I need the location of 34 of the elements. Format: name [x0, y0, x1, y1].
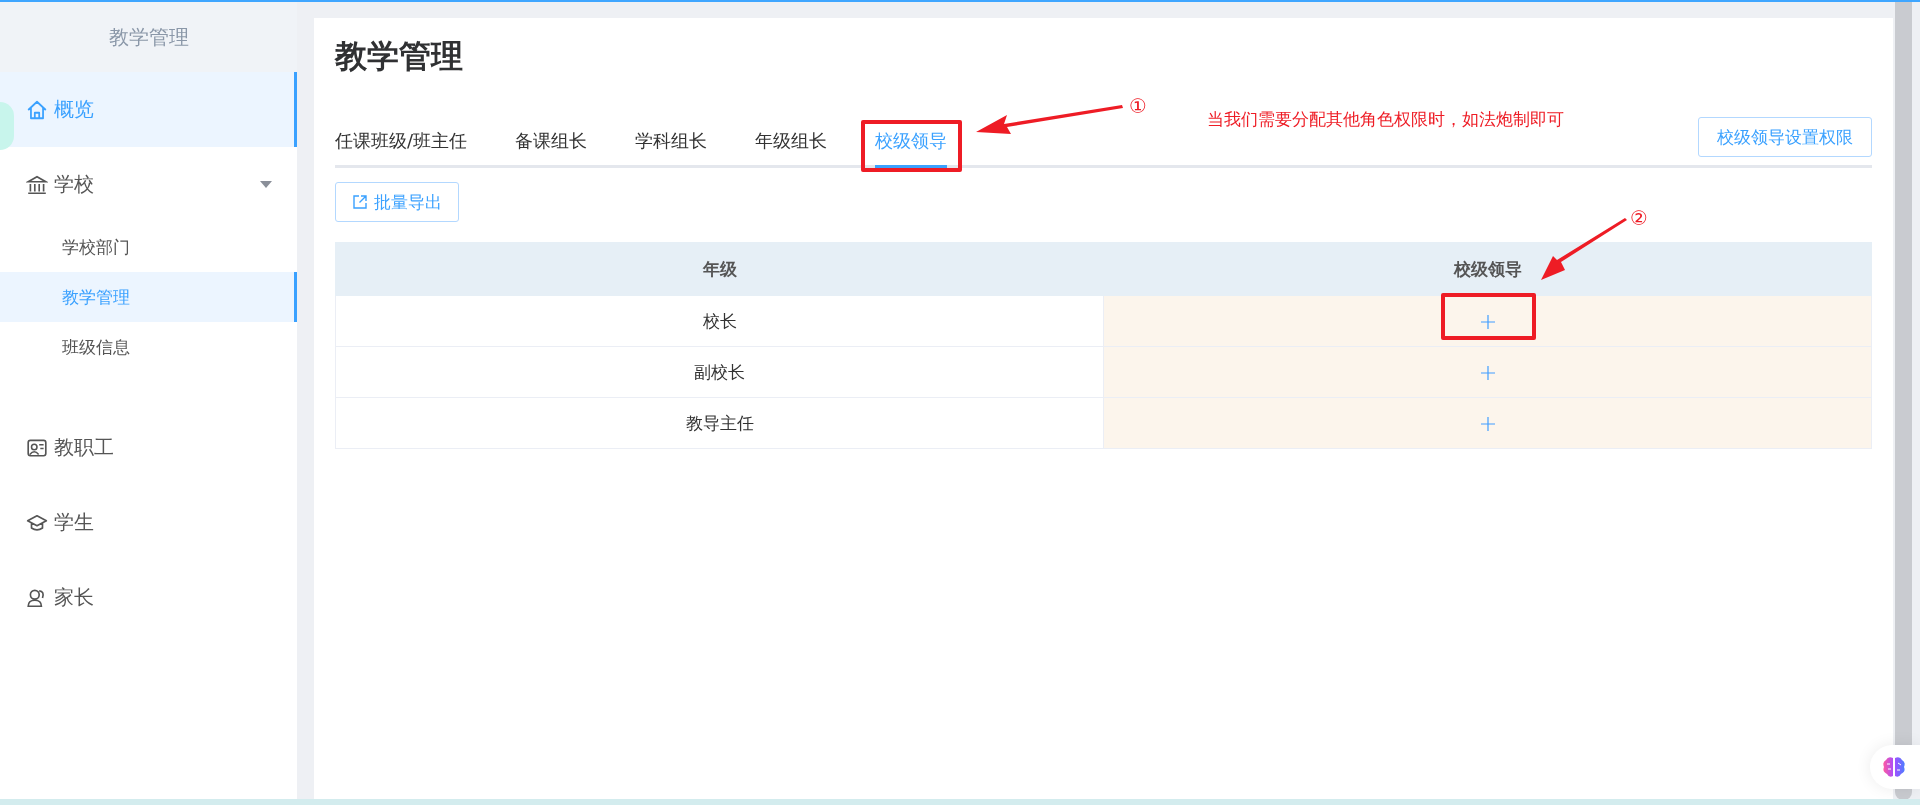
- column-header: 校级领导: [1103, 242, 1872, 296]
- brain-icon: [1882, 756, 1906, 778]
- tab[interactable]: 年级组长: [755, 129, 828, 168]
- menu-label: 概览: [54, 96, 94, 123]
- column-header: 年级: [335, 242, 1104, 296]
- table-cell: 校长: [335, 295, 1104, 347]
- menu-item[interactable]: 学校: [0, 147, 297, 222]
- export-icon: [352, 194, 368, 210]
- tab[interactable]: 任课班级/班主任: [335, 129, 468, 168]
- page-title: 教学管理: [335, 38, 464, 74]
- app-title: 教学管理: [108, 23, 189, 51]
- menu-label: 家长: [54, 584, 94, 611]
- table-cell: 教导主任: [335, 397, 1104, 449]
- menu-label: 学校: [54, 171, 94, 198]
- submenu-item[interactable]: 学校部门: [0, 222, 297, 272]
- submenu-item[interactable]: 班级信息: [0, 322, 297, 372]
- step-number: ②: [1630, 206, 1648, 230]
- menu-item[interactable]: 学生: [0, 485, 297, 560]
- menu-item[interactable]: 教职工: [0, 410, 297, 485]
- add-icon[interactable]: [1480, 366, 1495, 380]
- assistant-button[interactable]: [1870, 745, 1920, 789]
- table-cell: 副校长: [335, 346, 1104, 398]
- add-icon[interactable]: [1480, 315, 1495, 329]
- add-icon[interactable]: [1480, 417, 1495, 431]
- id-card-icon: [26, 436, 48, 459]
- tab[interactable]: 备课组长: [515, 129, 588, 168]
- home-icon: [26, 98, 48, 121]
- menu-item[interactable]: 家长: [0, 560, 297, 635]
- bank-icon: [26, 173, 48, 196]
- tab[interactable]: 学科组长: [635, 129, 708, 168]
- annotation-note: 当我们需要分配其他角色权限时，如法炮制即可: [1207, 108, 1564, 131]
- menu-label: 学生: [54, 509, 94, 536]
- menu-label: 教职工: [54, 434, 114, 461]
- step-number: ①: [1129, 94, 1147, 118]
